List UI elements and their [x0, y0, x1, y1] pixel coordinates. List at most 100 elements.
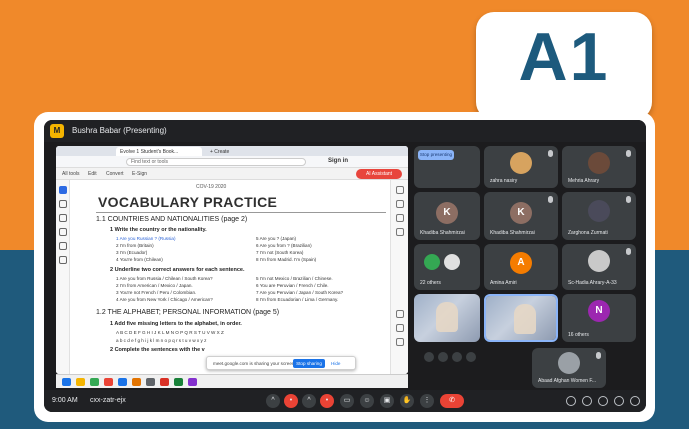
mic-off-icon	[626, 150, 631, 157]
taskbar-app-icon[interactable]	[146, 378, 155, 386]
presenter-label: Bushra Babar (Presenting)	[72, 126, 167, 135]
attachments-icon[interactable]	[396, 228, 404, 236]
participant-tile[interactable]: 22 others	[414, 244, 480, 290]
mini-mic-icon[interactable]	[424, 352, 434, 362]
activities-icon[interactable]	[614, 396, 624, 406]
participant-tile[interactable]: Sc-Hadia Ahrary-A-33	[562, 244, 636, 290]
participant-tile[interactable]: K Khadiba Shahmirzai	[414, 192, 480, 240]
bookmark-icon[interactable]	[396, 200, 404, 208]
taskbar-app-icon[interactable]	[90, 378, 99, 386]
participant-tile[interactable]: K Khadiba Shahmirzai	[484, 192, 558, 240]
zoom-out-icon[interactable]	[396, 324, 404, 332]
raise-hand-button[interactable]: ✋	[400, 394, 414, 408]
shared-screen[interactable]: Evolve 1 Student's Book... + Create Find…	[56, 146, 408, 374]
taskbar-app-icon[interactable]	[104, 378, 113, 386]
ex1-line: 4 You're from (Chilean)	[116, 257, 163, 262]
avatar	[558, 352, 580, 374]
ex2-line: 2 I'm from American / Mexico / Japan.	[116, 283, 193, 288]
tool-edit[interactable]: Edit	[88, 171, 97, 177]
taskbar-app-icon[interactable]	[160, 378, 169, 386]
end-call-button[interactable]: ✆	[440, 394, 464, 408]
exercise-4-instruction: 2 Complete the sentences with the v	[110, 347, 205, 353]
title-rule	[96, 212, 386, 213]
zoom-in-icon[interactable]	[396, 310, 404, 318]
tool-convert[interactable]: Convert	[106, 171, 124, 177]
mini-camera-icon[interactable]	[438, 352, 448, 362]
participant-tile[interactable]: Stop presenting	[414, 146, 480, 188]
windows-start-icon[interactable]	[62, 378, 71, 386]
participant-tile[interactable]: Zarghona Zurmati	[562, 192, 636, 240]
mini-more-icon[interactable]	[466, 352, 476, 362]
ex1-line: 5 Are you ? (Japan)	[256, 236, 297, 241]
ai-assistant-button[interactable]: AI Assistant	[356, 169, 402, 179]
participant-tile[interactable]: zahra nasiry	[484, 146, 558, 188]
hide-button[interactable]: Hide	[331, 361, 340, 366]
emoji-button[interactable]: ☺	[360, 394, 374, 408]
lock-icon[interactable]	[630, 396, 640, 406]
taskbar-app-icon[interactable]	[132, 378, 141, 386]
avatar	[510, 152, 532, 174]
tool-esign[interactable]: E-Sign	[132, 171, 147, 177]
page-title: VOCABULARY PRACTICE	[98, 194, 278, 210]
windows-taskbar	[56, 374, 408, 388]
section-2-heading: 1.2 THE ALPHABET; PERSONAL INFORMATION (…	[96, 309, 280, 316]
camera-off-button[interactable]: •	[320, 394, 334, 408]
meet-screen: M Bushra Babar (Presenting) Evolve 1 Stu…	[44, 120, 646, 412]
avatar	[444, 254, 460, 270]
blurred-figure	[514, 304, 536, 334]
present-button[interactable]: ▣	[380, 394, 394, 408]
participant-tile[interactable]: A Amina Amiri	[484, 244, 558, 290]
sign-in-button[interactable]: Sign in	[328, 158, 348, 164]
ex2-line: 8 I'm from Ecuadorian / Lima / Germany.	[256, 297, 339, 302]
alphabet-upper: A B C D E F G H I J K L M N O P Q R S T …	[116, 330, 224, 335]
avatar: A	[510, 252, 532, 274]
pdf-search-input[interactable]: Find text or tools	[126, 158, 306, 166]
blurred-figure	[436, 302, 458, 332]
tool-all[interactable]: All tools	[62, 171, 80, 177]
chevron-up-icon[interactable]: ^	[266, 394, 280, 408]
participant-name: 22 others	[420, 280, 441, 286]
cursor-tool-icon[interactable]	[59, 186, 67, 194]
captions-button[interactable]: ▭	[340, 394, 354, 408]
participant-tile[interactable]: N 16 others	[562, 294, 636, 342]
browser-tab[interactable]: Evolve 1 Student's Book...	[116, 147, 202, 156]
ex1-line: 1 Are you Russian ? (Russia)	[116, 236, 176, 241]
presenting-chip[interactable]: Stop presenting	[418, 150, 454, 160]
people-icon[interactable]	[582, 396, 592, 406]
more-options-button[interactable]: ⋮	[420, 394, 434, 408]
participant-name: zahra nasiry	[490, 178, 518, 184]
comments-icon[interactable]	[396, 186, 404, 194]
rotate-icon[interactable]	[396, 338, 404, 346]
stamp-tool-icon[interactable]	[59, 256, 67, 264]
pdf-toolbar: All tools Edit Convert E-Sign AI Assista…	[56, 168, 408, 180]
exercise-2-instruction: 2 Underline two correct answers for each…	[110, 267, 245, 273]
mic-off-icon	[626, 248, 631, 255]
comment-tool-icon[interactable]	[59, 200, 67, 208]
taskbar-app-icon[interactable]	[174, 378, 183, 386]
text-tool-icon[interactable]	[59, 242, 67, 250]
taskbar-app-icon[interactable]	[118, 378, 127, 386]
info-icon[interactable]	[566, 396, 576, 406]
participant-video-tile[interactable]	[414, 294, 480, 342]
stop-sharing-button[interactable]: Stop sharing	[293, 359, 325, 368]
pdf-right-tools	[390, 180, 408, 374]
taskbar-app-icon[interactable]	[188, 378, 197, 386]
chevron-up-icon[interactable]: ^	[302, 394, 316, 408]
mic-off-icon	[626, 196, 631, 203]
highlight-tool-icon[interactable]	[59, 214, 67, 222]
participant-tile[interactable]: Abaad Afghan Women F...	[532, 348, 606, 388]
participant-name: Zarghona Zurmati	[568, 230, 608, 236]
mic-off-button[interactable]: •	[284, 394, 298, 408]
taskbar-app-icon[interactable]	[76, 378, 85, 386]
new-tab-button[interactable]: + Create	[206, 147, 233, 156]
participant-video-tile[interactable]	[484, 294, 558, 342]
chat-icon[interactable]	[598, 396, 608, 406]
ex1-line: 6 Are you from ? (Brazilian)	[256, 243, 312, 248]
exercise-3-instruction: 1 Add five missing letters to the alphab…	[110, 321, 242, 327]
participant-name: Amina Amiri	[490, 280, 517, 286]
participant-tile[interactable]: Mehria Ahrary	[562, 146, 636, 188]
draw-tool-icon[interactable]	[59, 228, 67, 236]
mini-share-icon[interactable]	[452, 352, 462, 362]
meet-topbar: M Bushra Babar (Presenting)	[44, 120, 646, 142]
pages-icon[interactable]	[396, 214, 404, 222]
